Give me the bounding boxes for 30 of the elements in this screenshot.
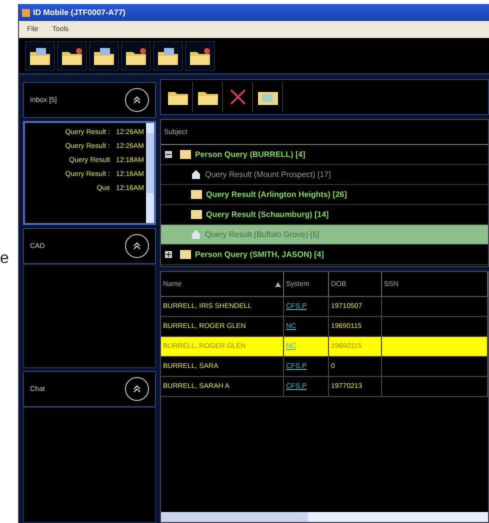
tree-label: Query Result (Schaumburg) [14] [206, 210, 329, 219]
cut-off-text: e [0, 250, 9, 268]
scrollbar[interactable] [146, 123, 154, 223]
window-title: ID Mobile (JTF0007-A77) [33, 8, 126, 17]
tree-row[interactable]: Person Query (SMITH, JASON) [4] [161, 245, 488, 265]
tree-row[interactable]: Query Result (Arlington Heights) [26] [161, 185, 488, 205]
toolbar-button[interactable] [89, 40, 119, 70]
chevron-icon [133, 96, 141, 104]
chevron-icon [133, 385, 141, 393]
tree-row[interactable]: Person Query (BURRELL) [4] [161, 145, 488, 165]
toolbar-button[interactable] [153, 40, 183, 70]
sort-icon [275, 282, 281, 286]
collapse-button[interactable] [125, 234, 149, 258]
toolbar-button[interactable] [185, 40, 215, 70]
tree-label: Query Result (Mount Prospect) [17] [205, 170, 331, 179]
app-icon [22, 8, 30, 16]
expander-icon[interactable] [165, 151, 172, 158]
tree-label: Person Query (BURRELL) [4] [195, 150, 306, 159]
scrollbar[interactable] [161, 512, 488, 522]
toolbar-button[interactable] [25, 40, 55, 70]
expander-icon[interactable] [165, 251, 172, 258]
collapse-button[interactable] [125, 377, 149, 401]
tree-row[interactable]: Query Result (Mount Prospect) [17] [161, 165, 488, 185]
chevron-icon [133, 242, 141, 250]
collapse-button[interactable] [125, 88, 149, 112]
tree-label: Person Query (SMITH, JASON) [4] [195, 250, 324, 259]
toolbar-button[interactable] [57, 40, 87, 70]
tree-label: Query Result (Buffalo Grove) [5] [205, 230, 320, 239]
toolbar-button[interactable] [121, 40, 151, 70]
tree-label: Query Result (Arlington Heights) [26] [206, 190, 347, 199]
